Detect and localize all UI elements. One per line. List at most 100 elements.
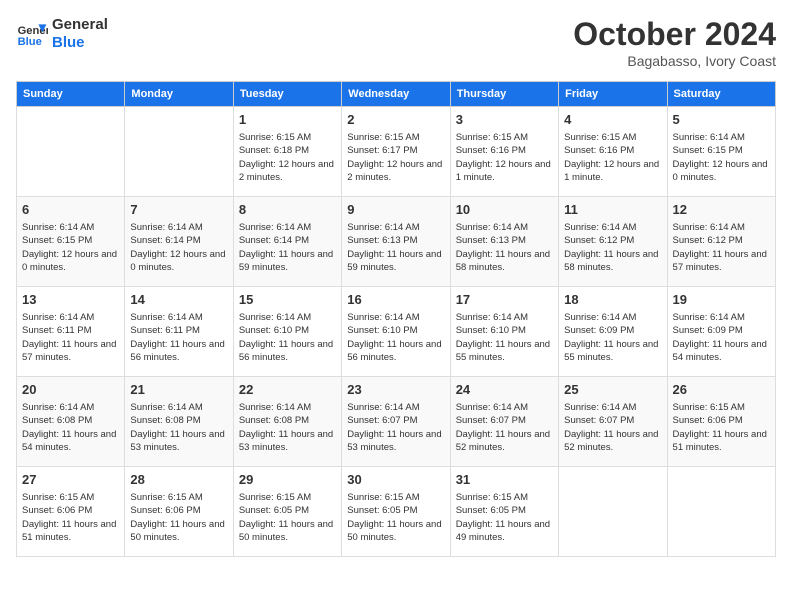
day-number: 28	[130, 471, 227, 489]
logo-line1: General	[52, 16, 108, 34]
calendar-cell: 14 Sunrise: 6:14 AM Sunset: 6:11 PM Dayli…	[125, 287, 233, 377]
day-number: 14	[130, 291, 227, 309]
week-row-3: 13 Sunrise: 6:14 AM Sunset: 6:11 PM Dayli…	[17, 287, 776, 377]
calendar-cell: 6 Sunrise: 6:14 AM Sunset: 6:15 PM Daylig…	[17, 197, 125, 287]
calendar-cell: 1 Sunrise: 6:15 AM Sunset: 6:18 PM Daylig…	[233, 107, 341, 197]
day-header-thursday: Thursday	[450, 82, 558, 107]
day-info: Sunrise: 6:14 AM Sunset: 6:11 PM Dayligh…	[130, 311, 227, 364]
calendar-cell: 23Sunrise: 6:14 AM Sunset: 6:07 PM Dayli…	[342, 377, 450, 467]
day-number: 17	[456, 291, 553, 309]
day-info: Sunrise: 6:14 AM Sunset: 6:13 PM Dayligh…	[456, 221, 553, 274]
day-number: 2	[347, 111, 444, 129]
day-info: Sunrise: 6:14 AM Sunset: 6:13 PM Dayligh…	[347, 221, 444, 274]
day-number: 6	[22, 201, 119, 219]
day-info: Sunrise: 6:14 AM Sunset: 6:15 PM Dayligh…	[22, 221, 119, 274]
calendar-cell: 2Sunrise: 6:15 AM Sunset: 6:17 PM Daylig…	[342, 107, 450, 197]
day-info: Sunrise: 6:14 AM Sunset: 6:07 PM Dayligh…	[456, 401, 553, 454]
day-header-tuesday: Tuesday	[233, 82, 341, 107]
day-info: Sunrise: 6:15 AM Sunset: 6:06 PM Dayligh…	[22, 491, 119, 544]
logo-icon: General Blue	[16, 18, 48, 50]
calendar-table: SundayMondayTuesdayWednesdayThursdayFrid…	[16, 81, 776, 557]
calendar-header-row: SundayMondayTuesdayWednesdayThursdayFrid…	[17, 82, 776, 107]
calendar-cell: 11Sunrise: 6:14 AM Sunset: 6:12 PM Dayli…	[559, 197, 667, 287]
day-number: 10	[456, 201, 553, 219]
calendar-cell: 27Sunrise: 6:15 AM Sunset: 6:06 PM Dayli…	[17, 467, 125, 557]
day-number: 16	[347, 291, 444, 309]
month-title: October 2024	[573, 16, 776, 53]
calendar-cell: 17 Sunrise: 6:14 AM Sunset: 6:10 PM Dayli…	[450, 287, 558, 377]
day-header-saturday: Saturday	[667, 82, 775, 107]
day-number: 4	[564, 111, 661, 129]
calendar-cell: 10 Sunrise: 6:14 AM Sunset: 6:13 PM Dayli…	[450, 197, 558, 287]
day-number: 5	[673, 111, 770, 129]
day-info: Sunrise: 6:15 AM Sunset: 6:16 PM Dayligh…	[564, 131, 661, 184]
day-info: Sunrise: 6:14 AM Sunset: 6:10 PM Dayligh…	[239, 311, 336, 364]
day-info: Sunrise: 6:14 AM Sunset: 6:09 PM Dayligh…	[564, 311, 661, 364]
day-info: Sunrise: 6:15 AM Sunset: 6:05 PM Dayligh…	[456, 491, 553, 544]
calendar-cell: 5 Sunrise: 6:14 AM Sunset: 6:15 PM Daylig…	[667, 107, 775, 197]
week-row-4: 20 Sunrise: 6:14 AM Sunset: 6:08 PM Dayli…	[17, 377, 776, 467]
day-info: Sunrise: 6:14 AM Sunset: 6:08 PM Dayligh…	[130, 401, 227, 454]
day-number: 21	[130, 381, 227, 399]
day-number: 13	[22, 291, 119, 309]
calendar-cell: 28Sunrise: 6:15 AM Sunset: 6:06 PM Dayli…	[125, 467, 233, 557]
calendar-cell: 19 Sunrise: 6:14 AM Sunset: 6:09 PM Dayli…	[667, 287, 775, 377]
day-number: 8	[239, 201, 336, 219]
logo-line2: Blue	[52, 34, 108, 52]
day-info: Sunrise: 6:14 AM Sunset: 6:09 PM Dayligh…	[673, 311, 770, 364]
day-info: Sunrise: 6:14 AM Sunset: 6:10 PM Dayligh…	[347, 311, 444, 364]
calendar-cell: 22Sunrise: 6:14 AM Sunset: 6:08 PM Dayli…	[233, 377, 341, 467]
calendar-cell: 31 Sunrise: 6:15 AM Sunset: 6:05 PM Dayli…	[450, 467, 558, 557]
svg-text:Blue: Blue	[18, 36, 42, 48]
week-row-2: 6 Sunrise: 6:14 AM Sunset: 6:15 PM Daylig…	[17, 197, 776, 287]
day-number: 31	[456, 471, 553, 489]
calendar-cell: 26 Sunrise: 6:15 AM Sunset: 6:06 PM Dayli…	[667, 377, 775, 467]
calendar-cell: 8Sunrise: 6:14 AM Sunset: 6:14 PM Daylig…	[233, 197, 341, 287]
calendar-cell: 7 Sunrise: 6:14 AM Sunset: 6:14 PM Daylig…	[125, 197, 233, 287]
day-number: 1	[239, 111, 336, 129]
day-info: Sunrise: 6:14 AM Sunset: 6:11 PM Dayligh…	[22, 311, 119, 364]
day-info: Sunrise: 6:15 AM Sunset: 6:05 PM Dayligh…	[347, 491, 444, 544]
day-number: 24	[456, 381, 553, 399]
day-header-wednesday: Wednesday	[342, 82, 450, 107]
calendar-cell: 15 Sunrise: 6:14 AM Sunset: 6:10 PM Dayli…	[233, 287, 341, 377]
day-info: Sunrise: 6:14 AM Sunset: 6:08 PM Dayligh…	[22, 401, 119, 454]
day-info: Sunrise: 6:15 AM Sunset: 6:06 PM Dayligh…	[673, 401, 770, 454]
day-number: 12	[673, 201, 770, 219]
calendar-cell: 13 Sunrise: 6:14 AM Sunset: 6:11 PM Dayli…	[17, 287, 125, 377]
calendar-cell: 4 Sunrise: 6:15 AM Sunset: 6:16 PM Daylig…	[559, 107, 667, 197]
day-number: 23	[347, 381, 444, 399]
calendar-cell: 12 Sunrise: 6:14 AM Sunset: 6:12 PM Dayli…	[667, 197, 775, 287]
calendar-cell: 21 Sunrise: 6:14 AM Sunset: 6:08 PM Dayli…	[125, 377, 233, 467]
calendar-cell: 16 Sunrise: 6:14 AM Sunset: 6:10 PM Dayli…	[342, 287, 450, 377]
day-info: Sunrise: 6:14 AM Sunset: 6:12 PM Dayligh…	[673, 221, 770, 274]
day-number: 26	[673, 381, 770, 399]
day-number: 9	[347, 201, 444, 219]
calendar-cell: 30 Sunrise: 6:15 AM Sunset: 6:05 PM Dayli…	[342, 467, 450, 557]
day-number: 3	[456, 111, 553, 129]
day-number: 30	[347, 471, 444, 489]
page-header: General Blue General Blue October 2024 B…	[16, 16, 776, 69]
calendar-body: 1 Sunrise: 6:15 AM Sunset: 6:18 PM Daylig…	[17, 107, 776, 557]
day-number: 22	[239, 381, 336, 399]
day-number: 19	[673, 291, 770, 309]
calendar-cell: 18Sunrise: 6:14 AM Sunset: 6:09 PM Dayli…	[559, 287, 667, 377]
day-number: 25	[564, 381, 661, 399]
day-info: Sunrise: 6:14 AM Sunset: 6:10 PM Dayligh…	[456, 311, 553, 364]
week-row-1: 1 Sunrise: 6:15 AM Sunset: 6:18 PM Daylig…	[17, 107, 776, 197]
day-info: Sunrise: 6:15 AM Sunset: 6:18 PM Dayligh…	[239, 131, 336, 184]
day-number: 15	[239, 291, 336, 309]
calendar-cell: 3Sunrise: 6:15 AM Sunset: 6:16 PM Daylig…	[450, 107, 558, 197]
day-info: Sunrise: 6:14 AM Sunset: 6:14 PM Dayligh…	[130, 221, 227, 274]
calendar-cell	[125, 107, 233, 197]
week-row-5: 27Sunrise: 6:15 AM Sunset: 6:06 PM Dayli…	[17, 467, 776, 557]
day-number: 7	[130, 201, 227, 219]
day-number: 29	[239, 471, 336, 489]
calendar-cell: 29Sunrise: 6:15 AM Sunset: 6:05 PM Dayli…	[233, 467, 341, 557]
day-number: 20	[22, 381, 119, 399]
calendar-cell: 25Sunrise: 6:14 AM Sunset: 6:07 PM Dayli…	[559, 377, 667, 467]
location-subtitle: Bagabasso, Ivory Coast	[573, 53, 776, 69]
calendar-cell: 9 Sunrise: 6:14 AM Sunset: 6:13 PM Daylig…	[342, 197, 450, 287]
calendar-cell	[559, 467, 667, 557]
day-info: Sunrise: 6:14 AM Sunset: 6:15 PM Dayligh…	[673, 131, 770, 184]
